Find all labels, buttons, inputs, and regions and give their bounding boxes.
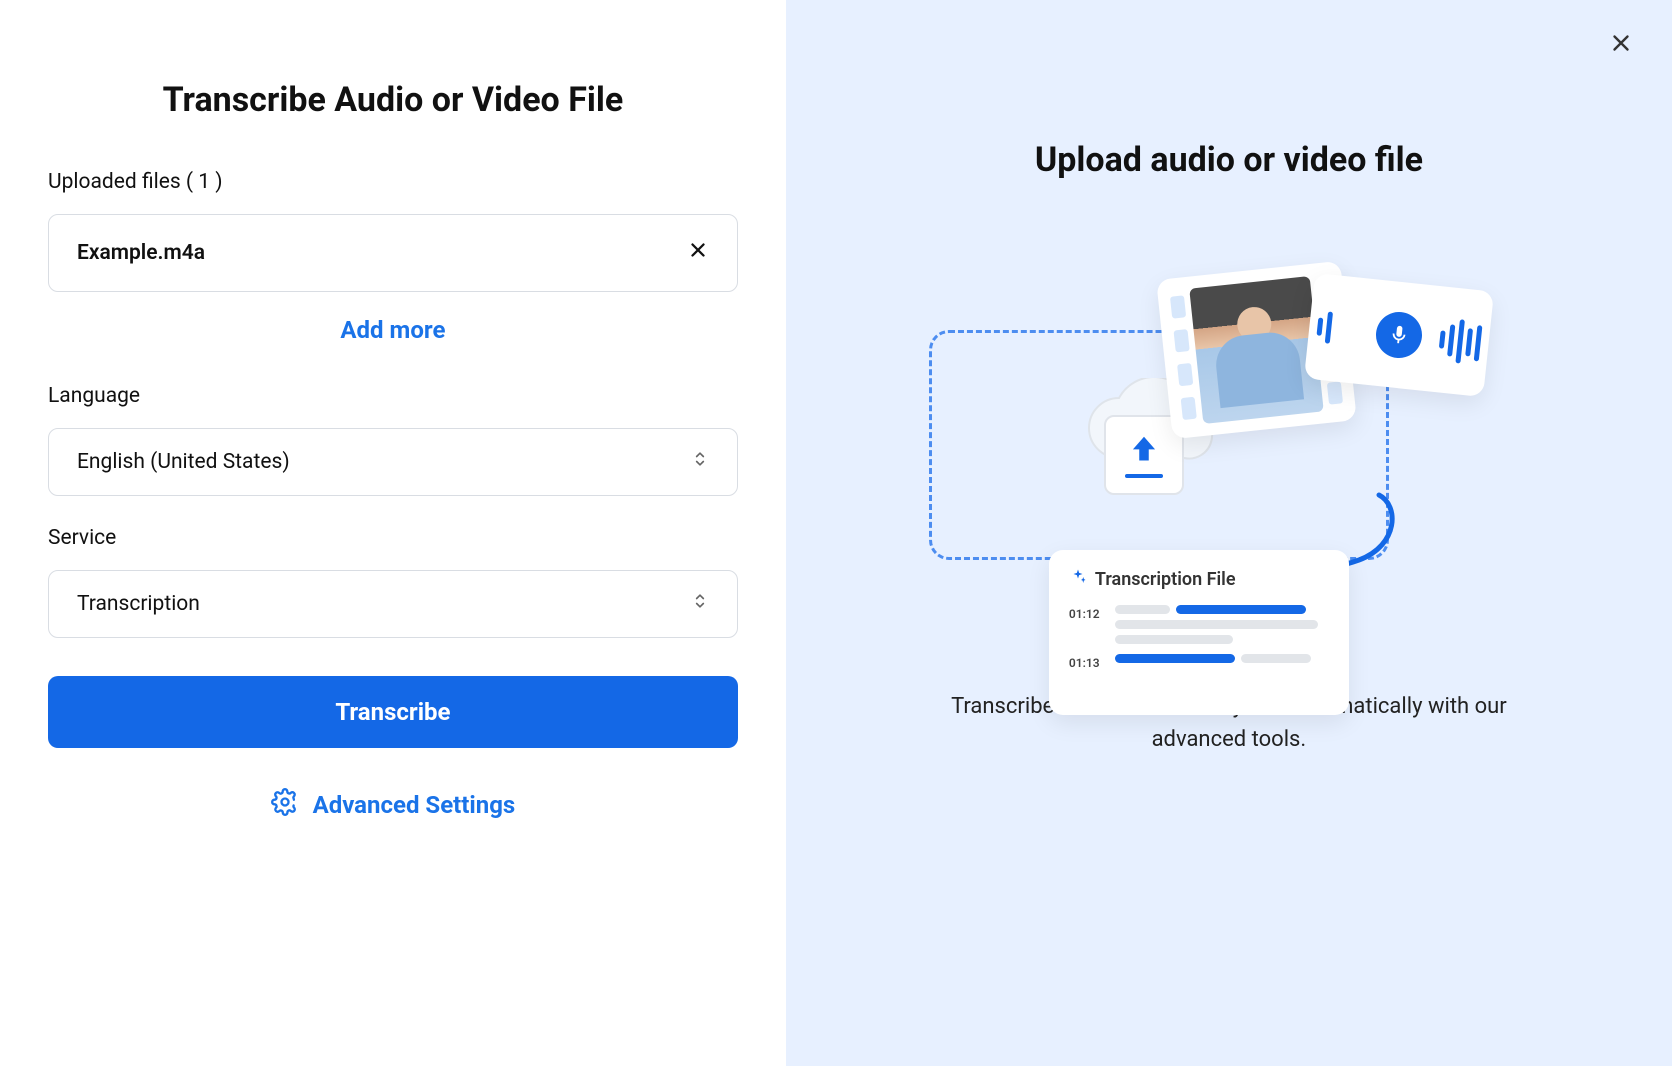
upload-illustration: Transcription File 01:12 01:13: [919, 250, 1539, 630]
advanced-settings-link[interactable]: Advanced Settings: [48, 788, 738, 822]
chevron-updown-icon: [691, 449, 709, 475]
chevron-updown-icon: [691, 591, 709, 617]
microphone-icon: [1374, 310, 1425, 361]
right-panel-title: Upload audio or video file: [1035, 140, 1423, 180]
audio-waveform-card: [1304, 273, 1494, 397]
uploaded-files-label: Uploaded files ( 1 ): [48, 170, 738, 194]
uploaded-file-item: Example.m4a: [48, 214, 738, 292]
add-more-link[interactable]: Add more: [48, 316, 738, 344]
language-label: Language: [48, 384, 738, 408]
video-thumbnail: [1189, 276, 1324, 424]
sparkle-icon: [1069, 568, 1087, 591]
language-value: English (United States): [77, 450, 290, 474]
service-label: Service: [48, 526, 738, 550]
transcription-time: 01:13: [1069, 654, 1103, 670]
page-title: Transcribe Audio or Video File: [48, 80, 738, 120]
advanced-settings-label: Advanced Settings: [313, 791, 516, 819]
language-select[interactable]: English (United States): [48, 428, 738, 496]
service-select[interactable]: Transcription: [48, 570, 738, 638]
service-value: Transcription: [77, 592, 200, 616]
gear-icon: [271, 788, 299, 822]
uploaded-file-name: Example.m4a: [77, 241, 205, 265]
transcription-card-title: Transcription File: [1095, 569, 1236, 590]
transcription-file-card: Transcription File 01:12 01:13: [1049, 550, 1349, 715]
right-panel: Upload audio or video file: [786, 0, 1672, 1066]
left-panel: Transcribe Audio or Video File Uploaded …: [0, 0, 786, 1066]
transcription-time: 01:12: [1069, 605, 1103, 621]
transcribe-button[interactable]: Transcribe: [48, 676, 738, 748]
remove-file-icon[interactable]: [687, 239, 709, 267]
close-button[interactable]: [1608, 30, 1634, 63]
